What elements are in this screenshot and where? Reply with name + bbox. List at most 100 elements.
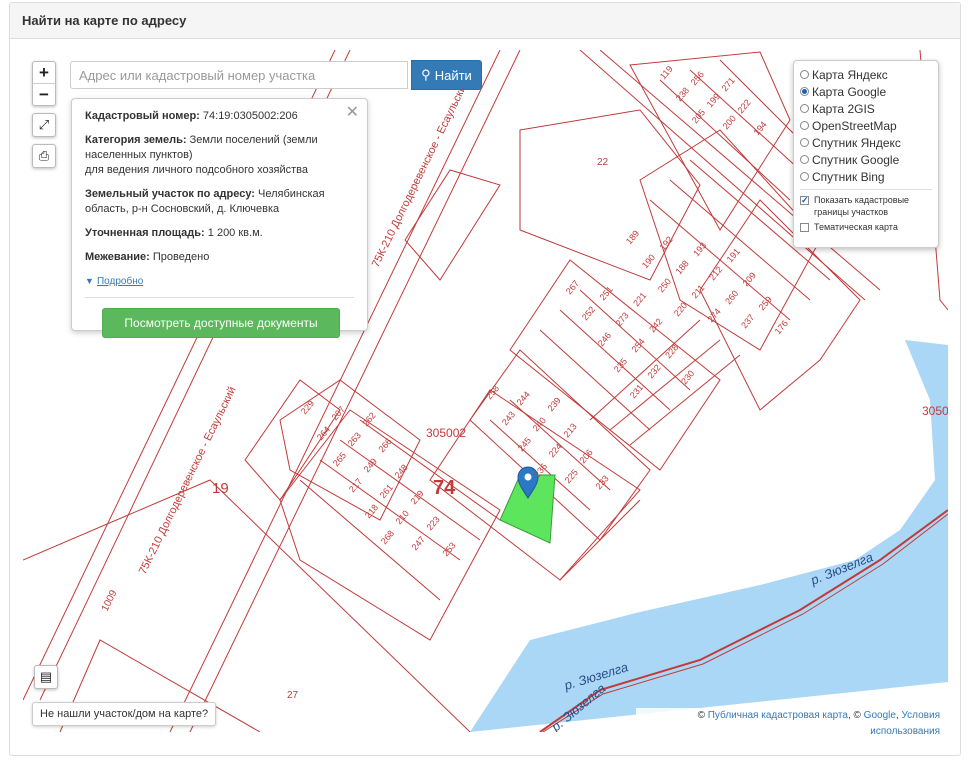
- search-input[interactable]: [70, 61, 408, 89]
- not-found-button[interactable]: Не нашли участок/дом на карте?: [32, 702, 217, 726]
- plot-number-label: 225: [563, 467, 580, 485]
- radio-icon: [800, 87, 809, 96]
- plot-number-label: 266: [376, 436, 393, 454]
- plot-number-label: 189: [624, 228, 641, 246]
- plot-number-label: 224: [547, 441, 564, 459]
- plot-info-popup: ✕ Кадастровый номер: 74:19:0305002:206 К…: [71, 98, 368, 338]
- plot-number-label: 119: [658, 64, 675, 81]
- plot-number-label: 258: [484, 383, 501, 401]
- map-attribution: © Публичная кадастровая карта, © Google,…: [636, 708, 948, 737]
- checkbox-icon: [800, 223, 809, 232]
- plot-number-label: 223: [424, 514, 441, 532]
- layer-option[interactable]: Спутник Google: [800, 151, 932, 168]
- fullscreen-icon[interactable]: ⤢: [32, 113, 56, 137]
- plot-number-label: 239: [545, 395, 562, 413]
- plot-number-label: 232: [645, 362, 662, 380]
- plot-number-label: 229: [299, 398, 316, 416]
- caret-down-icon: ▼: [85, 276, 94, 286]
- plot-number-label: 256: [689, 69, 706, 87]
- cadastral-number-row: Кадастровый номер: 74:19:0305002:206: [85, 110, 298, 122]
- plot-number-label: 221: [631, 290, 648, 308]
- plot-number-label: 240: [531, 415, 548, 433]
- plot-number-label: 188: [673, 258, 690, 276]
- plot-number-label: 238: [674, 85, 691, 103]
- plot-number-label: 222: [735, 97, 752, 115]
- svg-text:22: 22: [597, 157, 609, 168]
- svg-text:3050: 3050: [922, 404, 948, 418]
- ruler-icon[interactable]: ▤: [34, 665, 58, 689]
- region-label: 74: [433, 477, 456, 499]
- plot-number-label: 199: [705, 91, 722, 109]
- details-link[interactable]: Подробно: [97, 276, 143, 287]
- plot-number-label: 200: [721, 113, 738, 131]
- zoom-in-button[interactable]: +: [33, 62, 55, 84]
- plot-number-label: 213: [561, 421, 578, 439]
- land-category-row: Категория земель: Земли поселений (земли…: [85, 134, 318, 176]
- plot-number-label: 249: [362, 456, 379, 474]
- cadastral-borders-checkbox[interactable]: ✓ Показать кадастровые границы участков: [800, 194, 932, 218]
- plot-number-label: 220: [672, 300, 689, 318]
- plot-number-label: 207: [330, 404, 347, 422]
- address-row: Земельный участок по адресу: Челябинская…: [85, 188, 325, 215]
- layer-option[interactable]: Карта Яндекс: [800, 66, 932, 83]
- svg-text:1009: 1009: [100, 588, 120, 613]
- plot-number-label: 218: [363, 502, 380, 520]
- layer-option[interactable]: Спутник Яндекс: [800, 134, 932, 151]
- plot-number-label: 250: [656, 276, 673, 294]
- survey-row: Межевание: Проведено: [85, 251, 210, 263]
- plot-number-label: 212: [707, 264, 724, 282]
- thematic-map-checkbox[interactable]: Тематическая карта: [800, 221, 932, 233]
- plot-number-label: 261: [378, 482, 395, 500]
- find-button[interactable]: ⚲ Найти: [411, 60, 482, 90]
- zoom-control: + −: [32, 61, 56, 106]
- plot-number-label: 237: [739, 312, 756, 330]
- plot-number-label: 268: [379, 528, 396, 546]
- radio-icon: [800, 138, 809, 147]
- radio-icon: [800, 155, 809, 164]
- plot-number-label: 242: [647, 316, 664, 334]
- plot-number-label: 271: [719, 75, 736, 93]
- plot-number-label: 254: [629, 336, 646, 354]
- plot-number-label: 262: [360, 410, 377, 428]
- plot-number-label: 190: [640, 252, 657, 270]
- plot-number-label: 273: [613, 310, 630, 328]
- plot-number-label: 265: [331, 450, 348, 468]
- plot-number-label: 267: [564, 278, 581, 296]
- plot-number-label: 259: [757, 294, 774, 312]
- layer-option[interactable]: Спутник Bing: [800, 168, 932, 185]
- search-icon: ⚲: [421, 67, 431, 82]
- svg-text:19: 19: [212, 480, 229, 497]
- google-link[interactable]: Google: [864, 710, 896, 721]
- plot-number-label: 244: [515, 389, 532, 407]
- plot-number-label: 252: [580, 304, 597, 322]
- plot-number-label: 245: [516, 435, 533, 453]
- layer-option[interactable]: OpenStreetMap: [800, 117, 932, 134]
- plot-number-label: 253: [440, 540, 457, 558]
- checkbox-icon: ✓: [800, 195, 809, 205]
- road-label: 75К-210 Долгодеревенское - Есаульский: [370, 78, 472, 269]
- close-icon[interactable]: ✕: [346, 102, 359, 122]
- radio-icon: [800, 70, 809, 79]
- panel-title: Найти на карте по адресу: [10, 3, 960, 39]
- layer-switcher: Карта Яндекс Карта Google Карта 2GIS OpenSt…: [793, 60, 939, 248]
- plot-number-label: 193: [691, 240, 708, 258]
- plot-number-label: 217: [347, 476, 364, 494]
- svg-text:27: 27: [287, 690, 299, 701]
- plot-number-label: 194: [751, 119, 768, 137]
- layer-option[interactable]: Карта 2GIS: [800, 100, 932, 117]
- plot-number-label: 260: [723, 288, 740, 306]
- zoom-out-button[interactable]: −: [33, 84, 55, 105]
- plot-number-label: 228: [663, 342, 680, 360]
- plot-number-label: 251: [597, 284, 614, 302]
- plot-number-label: 247: [410, 534, 427, 552]
- layer-option[interactable]: Карта Google: [800, 83, 932, 100]
- view-documents-button[interactable]: Посмотреть доступные документы: [102, 308, 340, 338]
- plot-number-label: 274: [705, 306, 722, 324]
- plot-number-label: 243: [500, 409, 517, 427]
- pkk-link[interactable]: Публичная кадастровая карта: [708, 710, 848, 721]
- print-icon[interactable]: ⎙: [32, 144, 56, 168]
- radio-icon: [800, 172, 809, 181]
- area-row: Уточненная площадь: 1 200 кв.м.: [85, 227, 263, 239]
- plot-number-label: 209: [741, 270, 758, 288]
- radio-icon: [800, 104, 809, 113]
